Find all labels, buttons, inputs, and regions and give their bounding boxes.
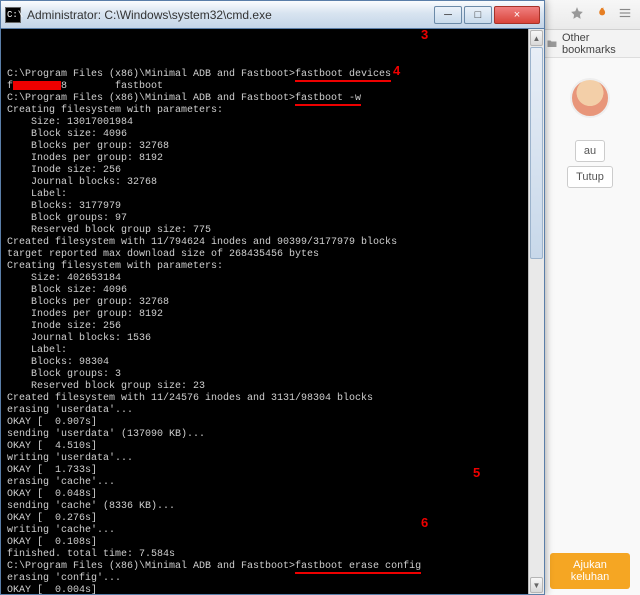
terminal-output: C:\Program Files (x86)\Minimal ADB and F… xyxy=(1,29,544,594)
maximize-button[interactable]: □ xyxy=(464,6,492,24)
scroll-track[interactable] xyxy=(529,47,544,576)
star-icon[interactable] xyxy=(570,6,584,23)
close-button[interactable]: × xyxy=(494,6,540,24)
browser-toolbar xyxy=(540,0,640,30)
scroll-up-button[interactable]: ▲ xyxy=(530,30,543,46)
side-panel: au Tutup xyxy=(540,58,640,210)
cmd-icon: C:\ xyxy=(5,7,21,23)
flame-icon[interactable] xyxy=(594,6,608,23)
window-titlebar[interactable]: C:\ Administrator: C:\Windows\system32\c… xyxy=(1,1,544,29)
bookmarks-bar: Other bookmarks xyxy=(540,30,640,58)
annotation-3: 3 xyxy=(421,29,428,41)
window-title: Administrator: C:\Windows\system32\cmd.e… xyxy=(27,8,428,22)
pill-au[interactable]: au xyxy=(575,140,605,162)
folder-icon xyxy=(546,37,558,51)
bookmarks-label[interactable]: Other bookmarks xyxy=(562,32,634,56)
scroll-thumb[interactable] xyxy=(530,47,543,259)
minimize-button[interactable]: ─ xyxy=(434,6,462,24)
cmd-window: C:\ Administrator: C:\Windows\system32\c… xyxy=(0,0,545,595)
annotation-4: 4 xyxy=(393,65,400,77)
complain-button[interactable]: Ajukan keluhan xyxy=(550,553,630,589)
avatar[interactable] xyxy=(570,78,610,118)
annotation-6: 6 xyxy=(421,517,428,529)
scroll-down-button[interactable]: ▼ xyxy=(530,577,543,593)
browser-background: Other bookmarks au Tutup Ajukan keluhan xyxy=(540,0,640,595)
scrollbar[interactable]: ▲ ▼ xyxy=(528,29,544,594)
menu-icon[interactable] xyxy=(618,6,632,23)
annotation-5: 5 xyxy=(473,467,480,479)
pill-tutup[interactable]: Tutup xyxy=(567,166,613,188)
